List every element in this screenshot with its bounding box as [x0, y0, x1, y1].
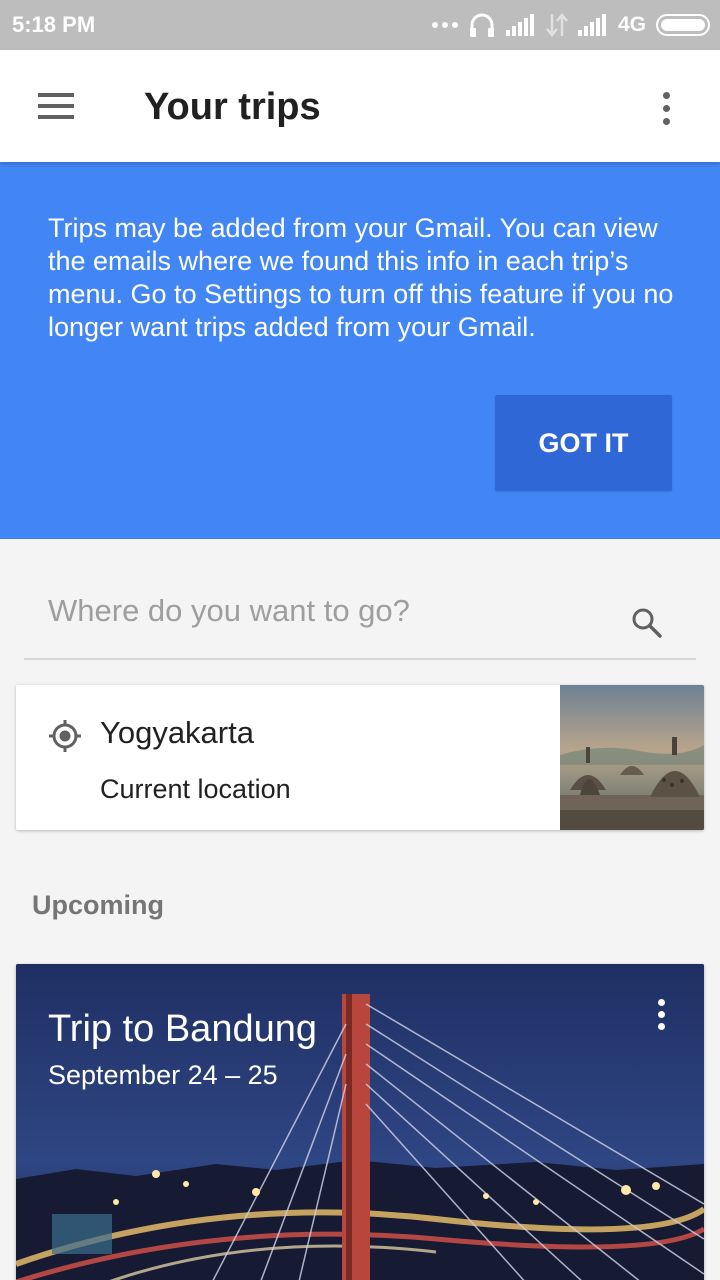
page-title: Your trips	[144, 86, 321, 128]
trip-more-vert-icon[interactable]	[646, 994, 676, 1034]
location-thumbnail-image	[560, 685, 704, 830]
location-city: Yogyakarta	[100, 715, 254, 750]
signal-icon-2	[577, 14, 606, 36]
headset-icon	[469, 13, 494, 37]
got-it-button[interactable]: GOT IT	[495, 395, 672, 491]
network-type: 4G	[617, 13, 646, 36]
data-icon	[546, 13, 568, 37]
more-vert-icon[interactable]	[650, 86, 682, 130]
signal-icon	[505, 14, 534, 36]
search-input[interactable]	[24, 580, 604, 642]
dots-icon	[431, 22, 458, 28]
battery-icon	[656, 14, 710, 36]
trip-dates: September 24 – 25	[48, 1060, 278, 1090]
status-bar: 5:18 PM 4G	[0, 0, 720, 50]
section-header-upcoming: Upcoming	[32, 890, 164, 920]
search-icon[interactable]	[630, 606, 664, 640]
current-location-card[interactable]: Yogyakarta Current location	[16, 685, 704, 830]
location-label: Current location	[100, 774, 291, 804]
gmail-trips-banner: Trips may be added from your Gmail. You …	[0, 162, 720, 539]
banner-message: Trips may be added from your Gmail. You …	[48, 213, 674, 342]
app-bar: Your trips	[0, 50, 720, 162]
hamburger-menu-icon[interactable]	[28, 86, 84, 126]
trip-card[interactable]: Trip to Bandung September 24 – 25	[16, 964, 704, 1280]
my-location-icon	[49, 720, 81, 752]
search-bar	[24, 580, 696, 660]
status-time: 5:18 PM	[12, 12, 96, 37]
status-icons: 4G	[431, 10, 710, 40]
trip-title: Trip to Bandung	[48, 1008, 317, 1050]
